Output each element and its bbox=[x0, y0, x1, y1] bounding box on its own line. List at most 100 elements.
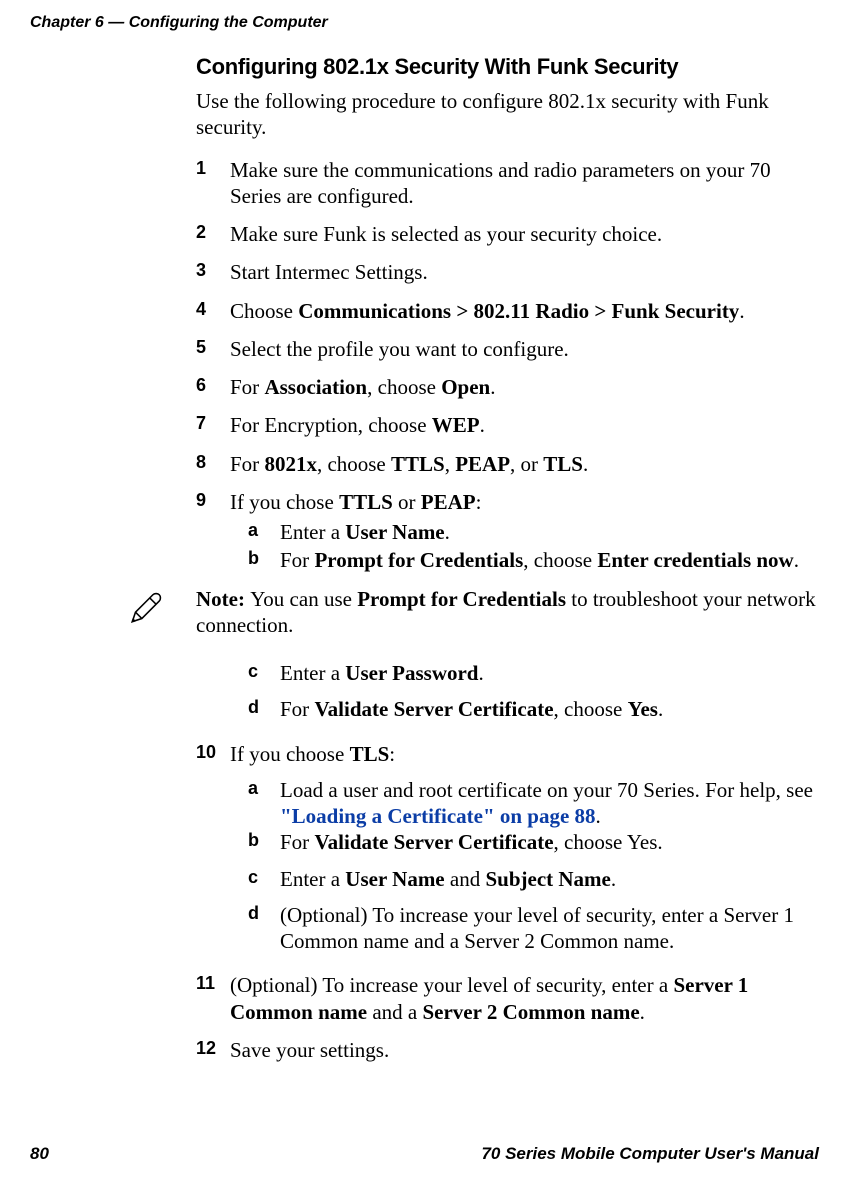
text: , bbox=[445, 452, 456, 476]
step-10: 10 If you choose TLS: a Load a user and r… bbox=[196, 741, 819, 955]
substep-c: cEnter a User Name and Subject Name. bbox=[230, 866, 819, 892]
text: , choose Yes. bbox=[554, 830, 663, 854]
step-text: For Association, choose Open. bbox=[230, 375, 495, 399]
step-text: For Encryption, choose WEP. bbox=[230, 413, 485, 437]
text: You can use bbox=[250, 587, 357, 611]
procedure-list: 1 Make sure the communications and radio… bbox=[196, 157, 819, 574]
note-block: Note: You can use Prompt for Credentials… bbox=[156, 586, 819, 639]
section-title: Configuring 802.1x Security With Funk Se… bbox=[196, 54, 819, 80]
substep-b: bFor Validate Server Certificate, choose… bbox=[230, 829, 819, 855]
pencil-note-icon bbox=[126, 590, 164, 634]
step-text: Choose Communications > 802.11 Radio > F… bbox=[230, 299, 745, 323]
step-7: 7 For Encryption, choose WEP. bbox=[196, 412, 819, 438]
step-number: 6 bbox=[196, 374, 206, 397]
substep-letter: b bbox=[248, 547, 259, 570]
bold: Validate Server Certificate bbox=[314, 697, 553, 721]
page: Chapter 6 — Configuring the Computer Con… bbox=[0, 0, 849, 1178]
step-number: 8 bbox=[196, 451, 206, 474]
step-number: 2 bbox=[196, 221, 206, 244]
substeps: aEnter a User Name. bFor Prompt for Cred… bbox=[230, 519, 819, 574]
text: Load a user and root certificate on your… bbox=[280, 778, 813, 802]
step-number: 5 bbox=[196, 336, 206, 359]
substeps: cEnter a User Password. dFor Validate Se… bbox=[230, 660, 819, 723]
step-number: 3 bbox=[196, 259, 206, 282]
step-text: If you choose TLS: bbox=[230, 742, 395, 766]
text: , choose bbox=[367, 375, 441, 399]
bold: PEAP bbox=[455, 452, 510, 476]
text: , choose bbox=[317, 452, 391, 476]
step-number: 12 bbox=[196, 1037, 216, 1060]
substep-letter: d bbox=[248, 902, 259, 925]
bold: 8021x bbox=[264, 452, 317, 476]
substep-letter: a bbox=[248, 777, 258, 800]
bold: Server 2 Common name bbox=[422, 1000, 639, 1024]
section-intro: Use the following procedure to configure… bbox=[196, 88, 819, 141]
page-number: 80 bbox=[30, 1144, 49, 1164]
step-number: 11 bbox=[196, 972, 215, 995]
substep-c: cEnter a User Password. bbox=[230, 660, 819, 686]
step-6: 6 For Association, choose Open. bbox=[196, 374, 819, 400]
step-text: Make sure the communications and radio p… bbox=[230, 158, 771, 208]
bold: Open bbox=[441, 375, 490, 399]
text: Enter a bbox=[280, 867, 345, 891]
step-number: 1 bbox=[196, 157, 206, 180]
text: , or bbox=[510, 452, 543, 476]
text: For bbox=[230, 452, 264, 476]
step-9-continued: cEnter a User Password. dFor Validate Se… bbox=[196, 660, 819, 723]
bold: Prompt for Credentials bbox=[357, 587, 566, 611]
step-number: 4 bbox=[196, 298, 206, 321]
bold: Subject Name bbox=[485, 867, 610, 891]
text: and bbox=[445, 867, 486, 891]
substep-letter: a bbox=[248, 519, 258, 542]
bold: User Password bbox=[345, 661, 478, 685]
step-3: 3 Start Intermec Settings. bbox=[196, 259, 819, 285]
content-area: Configuring 802.1x Security With Funk Se… bbox=[196, 52, 819, 1075]
step-text: Start Intermec Settings. bbox=[230, 260, 428, 284]
bold: Association bbox=[264, 375, 367, 399]
text: and a bbox=[367, 1000, 422, 1024]
bold: Communications > 802.11 Radio > Funk Sec… bbox=[298, 299, 739, 323]
substep-letter: c bbox=[248, 866, 258, 889]
text: For bbox=[230, 375, 264, 399]
bold: Enter credentials now bbox=[597, 548, 793, 572]
bold: TTLS bbox=[339, 490, 393, 514]
text: For Encryption, choose bbox=[230, 413, 432, 437]
text: (Optional) To increase your level of sec… bbox=[280, 903, 794, 953]
substep-a: a Load a user and root certificate on you… bbox=[230, 777, 819, 830]
bold: WEP bbox=[432, 413, 480, 437]
step-number: 10 bbox=[196, 741, 216, 764]
text: Enter a bbox=[280, 520, 345, 544]
text: or bbox=[393, 490, 421, 514]
step-text: If you chose TTLS or PEAP: bbox=[230, 490, 481, 514]
substep-d: dFor Validate Server Certificate, choose… bbox=[230, 696, 819, 722]
step-text: (Optional) To increase your level of sec… bbox=[230, 973, 748, 1023]
substep-b: bFor Prompt for Credentials, choose Ente… bbox=[230, 547, 819, 573]
step-number: 9 bbox=[196, 489, 206, 512]
text: For bbox=[280, 548, 314, 572]
substep-letter: b bbox=[248, 829, 259, 852]
xref-link[interactable]: "Loading a Certificate" on page 88 bbox=[280, 804, 596, 828]
step-9: 9 If you chose TTLS or PEAP: a Enter a Us… bbox=[196, 489, 819, 574]
text: , choose bbox=[554, 697, 628, 721]
step-4: 4 Choose Communications > 802.11 Radio >… bbox=[196, 298, 819, 324]
substep-a: aEnter a User Name. bbox=[230, 519, 819, 545]
step-text: Save your settings. bbox=[230, 1038, 389, 1062]
step-text: Make sure Funk is selected as your secur… bbox=[230, 222, 662, 246]
text: (Optional) To increase your level of sec… bbox=[230, 973, 673, 997]
running-header: Chapter 6 — Configuring the Computer bbox=[30, 14, 328, 32]
text: For bbox=[280, 697, 314, 721]
step-8: 8 For 8021x, choose TTLS, PEAP, or TLS. bbox=[196, 451, 819, 477]
bold: TLS bbox=[543, 452, 583, 476]
bold: Prompt for Credentials bbox=[314, 548, 523, 572]
step-5: 5 Select the profile you want to configu… bbox=[196, 336, 819, 362]
bold: User Name bbox=[345, 520, 444, 544]
step-11: 11 (Optional) To increase your level of … bbox=[196, 972, 819, 1025]
text: Enter a bbox=[280, 661, 345, 685]
substep-letter: c bbox=[248, 660, 258, 683]
text: Choose bbox=[230, 299, 298, 323]
bold: TTLS bbox=[391, 452, 445, 476]
procedure-list-continued: cEnter a User Password. dFor Validate Se… bbox=[196, 660, 819, 1063]
bold: TLS bbox=[350, 742, 390, 766]
step-2: 2 Make sure Funk is selected as your sec… bbox=[196, 221, 819, 247]
bold: Validate Server Certificate bbox=[314, 830, 553, 854]
